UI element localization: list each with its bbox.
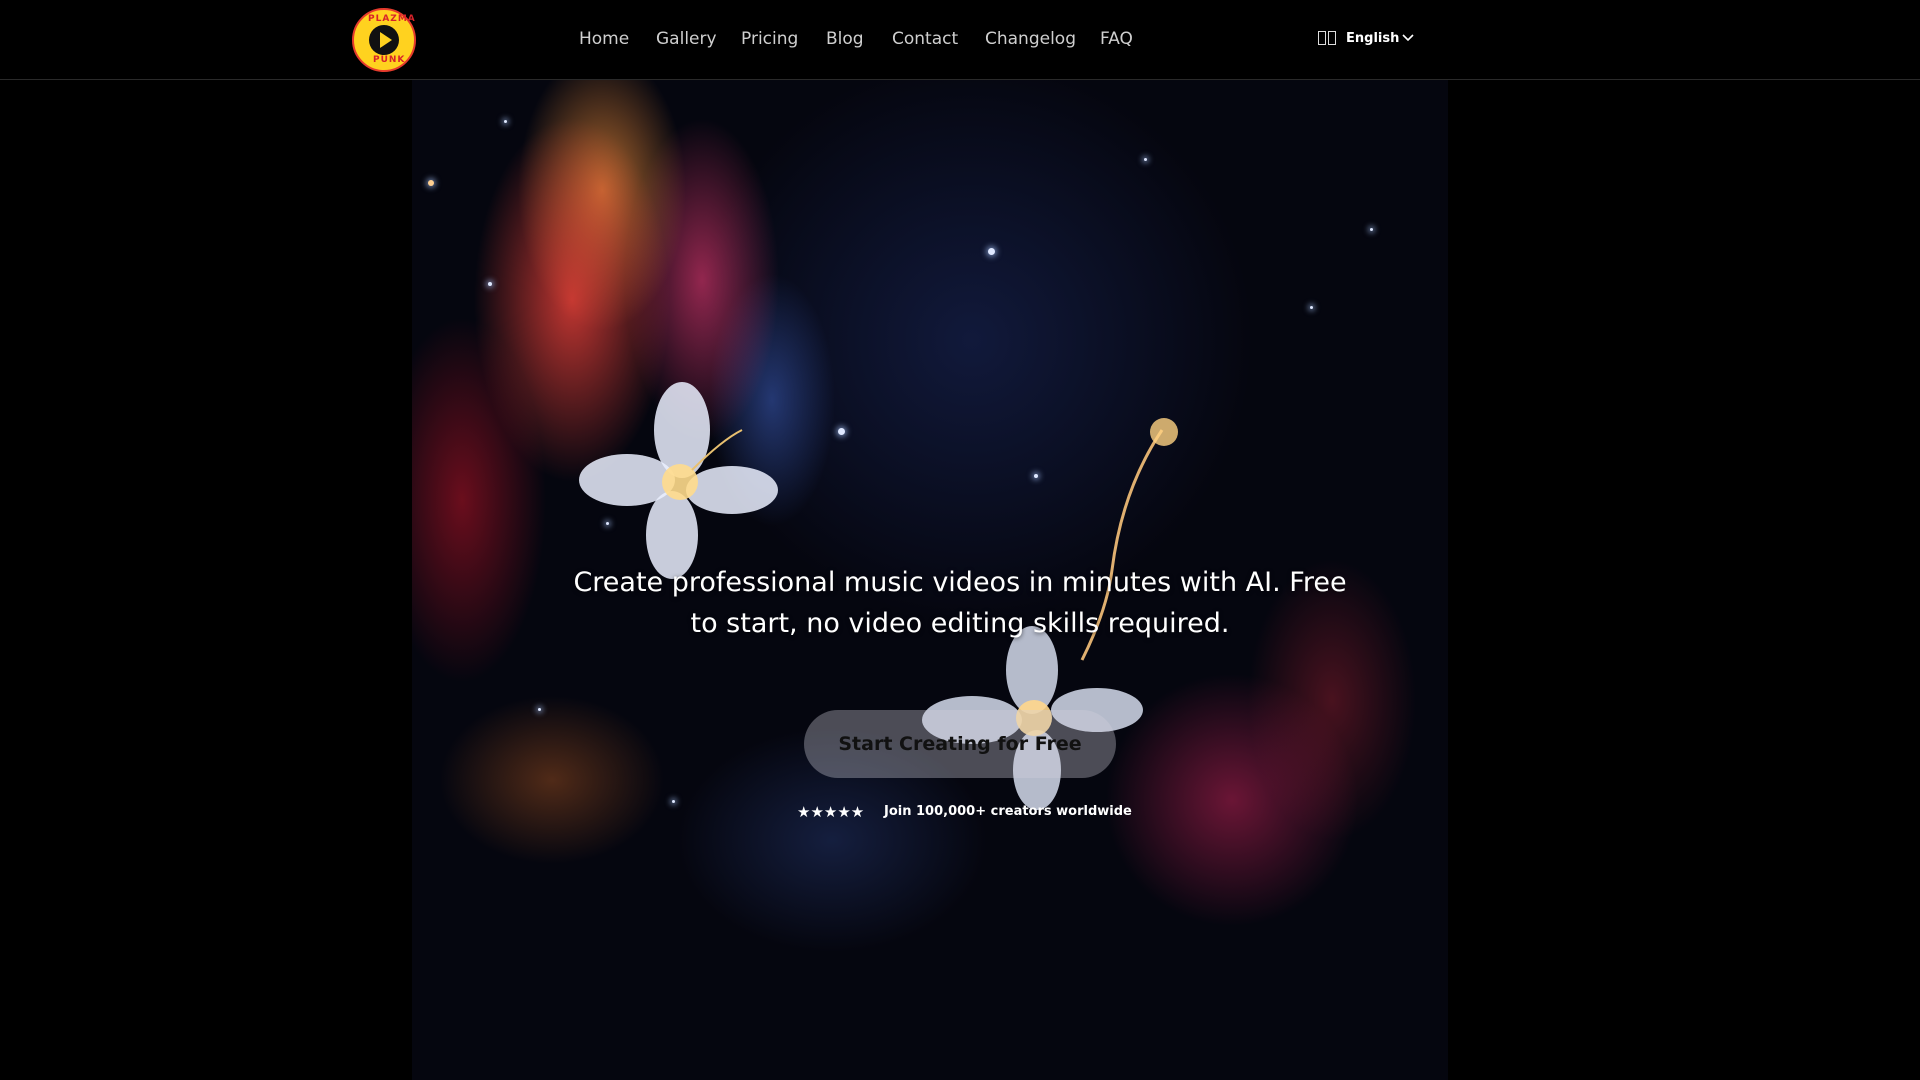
nav-faq[interactable]: FAQ xyxy=(1100,29,1133,49)
star xyxy=(672,800,675,803)
nav-changelog[interactable]: Changelog xyxy=(985,29,1076,49)
star xyxy=(988,248,995,255)
flower-left xyxy=(579,382,778,579)
main-nav: Home Gallery Pricing Blog Contact Change… xyxy=(0,0,1920,79)
rating-stars: ★★★★★ xyxy=(797,803,865,821)
star xyxy=(1034,474,1038,478)
rating-text: Join 100,000+ creators worldwide xyxy=(884,804,1132,819)
start-creating-button[interactable]: Start Creating for Free xyxy=(804,710,1116,778)
star xyxy=(838,428,845,435)
nav-contact[interactable]: Contact xyxy=(892,29,958,49)
hero-headline: Create professional music videos in minu… xyxy=(573,567,1347,639)
star xyxy=(538,708,541,711)
star xyxy=(1310,306,1313,309)
chevron-down-icon xyxy=(1402,34,1414,42)
language-icon xyxy=(1318,31,1338,45)
star xyxy=(1144,158,1147,161)
star xyxy=(504,120,507,123)
star xyxy=(428,180,434,186)
language-label: English xyxy=(1346,31,1400,46)
star xyxy=(488,282,492,286)
nav-gallery[interactable]: Gallery xyxy=(656,29,717,49)
star xyxy=(1370,228,1373,231)
nav-home[interactable]: Home xyxy=(579,29,629,49)
site-header: PLAZMA PUNK Home Gallery Pricing Blog Co… xyxy=(0,0,1920,80)
nav-pricing[interactable]: Pricing xyxy=(741,29,798,49)
nav-blog[interactable]: Blog xyxy=(826,29,864,49)
